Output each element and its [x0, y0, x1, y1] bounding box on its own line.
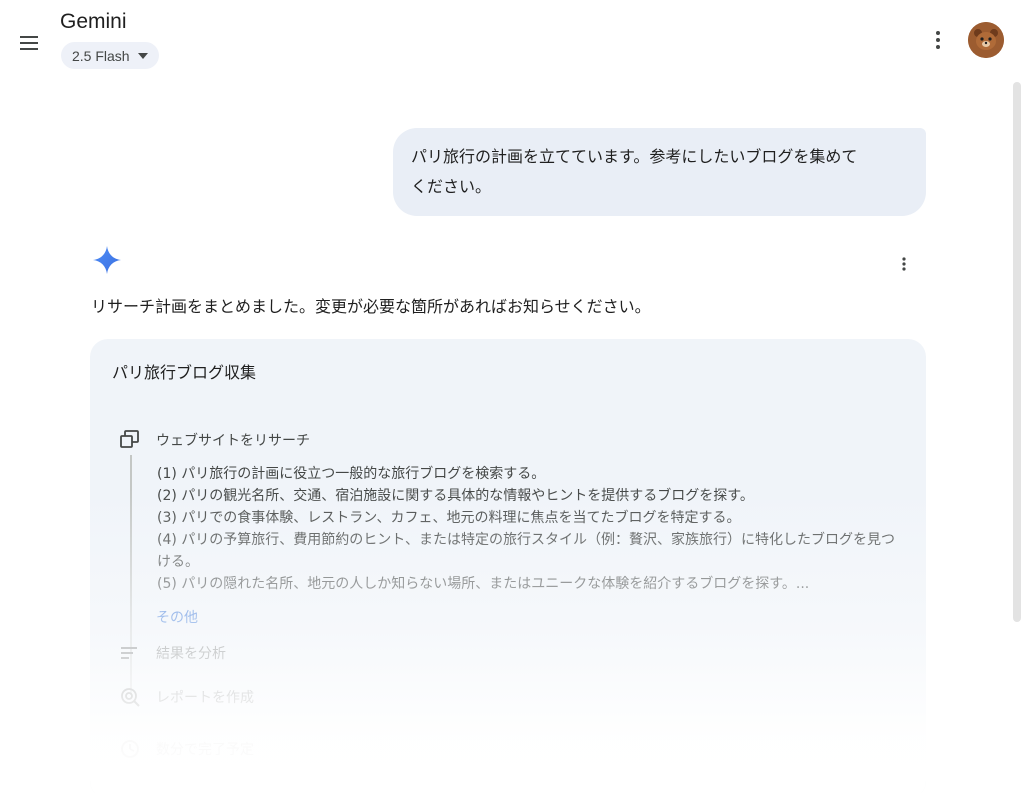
- user-message: パリ旅行の計画を立てています。参考にしたいブログを集めて ください。: [393, 128, 926, 216]
- analyze-icon: [120, 643, 140, 663]
- web-research-icon: [120, 429, 140, 449]
- top-bar: Gemini 2.5 Flash: [0, 0, 1024, 80]
- step-items: (1) パリ旅行の計画に役立つ一般的な旅行ブログを検索する。 (2) パリの観光…: [157, 463, 907, 595]
- scrollbar[interactable]: [1013, 82, 1021, 622]
- clock-icon: [120, 739, 140, 759]
- step-label-analyze: 結果を分析: [156, 646, 226, 662]
- response-more-icon[interactable]: [894, 253, 914, 275]
- show-more-link[interactable]: その他: [156, 607, 198, 627]
- plan-title: パリ旅行ブログ収集: [112, 363, 257, 382]
- list-item: (1) パリ旅行の計画に役立つ一般的な旅行ブログを検索する。: [157, 466, 546, 482]
- gemini-spark-icon: [91, 244, 123, 276]
- more-vert-icon[interactable]: [928, 28, 948, 52]
- step-label-web-research: ウェブサイトをリサーチ: [156, 433, 310, 449]
- list-item: (4) パリの予算旅行、費用節約のヒント、または特定の旅行スタイル（例：贅沢、家…: [157, 532, 895, 570]
- menu-icon[interactable]: [16, 30, 42, 56]
- user-message-line: パリ旅行の計画を立てています。参考にしたいブログを集めて: [411, 147, 858, 166]
- avatar[interactable]: [968, 22, 1004, 58]
- list-item: (3) パリでの食事体験、レストラン、カフェ、地元の料理に焦点を当てたブログを特…: [157, 510, 741, 526]
- list-item: (2) パリの観光名所、交通、宿泊施設に関する具体的な情報やヒントを提供するブロ…: [157, 488, 754, 504]
- response-text: リサーチ計画をまとめました。変更が必要な箇所があればお知らせください。: [91, 297, 651, 316]
- user-message-line: ください。: [411, 177, 492, 196]
- report-icon: [120, 687, 140, 707]
- step-label-time: 数分で完了予定: [156, 742, 254, 758]
- model-label: 2.5 Flash: [72, 47, 130, 64]
- step-label-report: レポートを作成: [156, 690, 254, 706]
- app-title: Gemini: [60, 10, 127, 33]
- research-plan-card: パリ旅行ブログ収集 ウェブサイトをリサーチ (1) パリ旅行の計画に役立つ一般的…: [90, 339, 926, 793]
- caret-down-icon: [137, 52, 148, 59]
- model-selector[interactable]: 2.5 Flash: [61, 42, 159, 69]
- list-item: (5) パリの隠れた名所、地元の人しか知らない場所、またはユニークな体験を紹介す…: [157, 576, 810, 592]
